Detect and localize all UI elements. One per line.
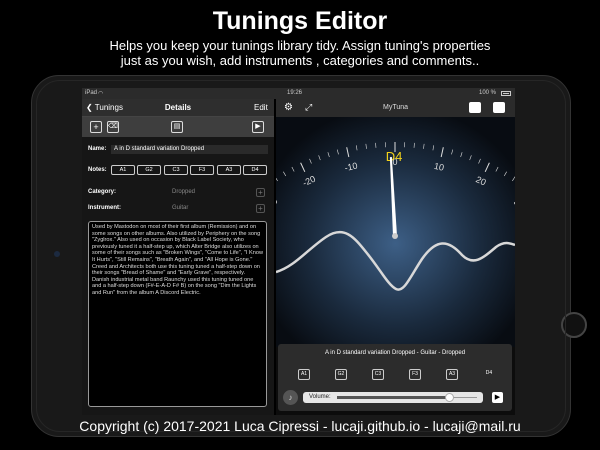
tuner-navbar: ⚙ ⤢ MyTuna bbox=[276, 99, 515, 117]
volume-fill bbox=[337, 396, 449, 399]
string-note[interactable]: F3 bbox=[409, 369, 421, 380]
status-battery: 100 % bbox=[479, 90, 497, 96]
app-screen: iPad ◠ 19:26 100 % ❮ Tunings Details Edi… bbox=[82, 88, 515, 415]
promo-subtitle-line1: Helps you keep your tunings library tidy… bbox=[109, 38, 491, 53]
string-note[interactable]: G2 bbox=[335, 369, 347, 380]
details-panel: ❮ Tunings Details Edit + ⌫ ▤ ▶ Name: A i… bbox=[82, 99, 274, 415]
string-note[interactable]: A3 bbox=[446, 369, 458, 380]
battery-icon bbox=[501, 91, 511, 96]
notes-label: Notes: bbox=[88, 167, 107, 173]
note-button[interactable]: A1 bbox=[111, 165, 135, 175]
promo-subtitle-line2: just as you wish, add instruments , cate… bbox=[120, 53, 480, 68]
note-button[interactable]: C3 bbox=[164, 165, 188, 175]
status-device: iPad bbox=[85, 90, 98, 96]
add-icon[interactable]: + bbox=[90, 121, 102, 133]
details-form: Name: A in D standard variation Dropped … bbox=[82, 137, 274, 415]
note-button[interactable]: D4 bbox=[243, 165, 267, 175]
note-button[interactable]: G2 bbox=[137, 165, 161, 175]
instrument-value[interactable]: Guitar bbox=[172, 205, 188, 211]
instrument-label: Instrument: bbox=[88, 205, 121, 211]
play-icon[interactable]: ▶ bbox=[252, 121, 264, 133]
add-instrument-icon[interactable]: + bbox=[256, 204, 265, 213]
string-note[interactable]: C3 bbox=[372, 369, 384, 380]
play-icon[interactable]: ▶ bbox=[492, 392, 503, 403]
comments-textarea[interactable]: Used by Mastodon on most of their first … bbox=[88, 221, 267, 407]
tuner-gauge: -50-40-30-20-1001020304050 D4 bbox=[276, 117, 515, 347]
category-label: Category: bbox=[88, 189, 117, 195]
name-label: Name: bbox=[88, 146, 107, 152]
details-toolbar: + ⌫ ▤ ▶ bbox=[82, 117, 274, 137]
wifi-icon: ◠ bbox=[98, 91, 104, 97]
volume-label: Volume: bbox=[309, 394, 331, 400]
details-navbar: ❮ Tunings Details Edit bbox=[82, 99, 274, 117]
volume-control: Volume: bbox=[303, 392, 483, 403]
details-title: Details bbox=[164, 103, 192, 112]
copyright-footer: Copyright (c) 2017-2021 Luca Cipressi - … bbox=[79, 418, 521, 434]
category-value[interactable]: Dropped bbox=[172, 189, 195, 195]
name-field[interactable]: A in D standard variation Dropped bbox=[111, 145, 268, 154]
volume-knob[interactable] bbox=[445, 393, 454, 402]
tuning-fork-icon[interactable] bbox=[469, 102, 481, 113]
front-camera bbox=[54, 251, 60, 257]
tuning-info-panel: A in D standard variation Dropped - Guit… bbox=[278, 344, 512, 411]
share-icon[interactable]: ▤ bbox=[171, 121, 183, 133]
promo-title: Tunings Editor bbox=[212, 7, 388, 35]
status-time: 19:26 bbox=[287, 90, 303, 96]
gauge-scale-label: 10 bbox=[433, 161, 445, 173]
tuner-panel: ⚙ ⤢ MyTuna -50-40-30-20-1001020304050 D4 bbox=[276, 99, 515, 415]
add-category-icon[interactable]: + bbox=[256, 188, 265, 197]
string-note[interactable]: A1 bbox=[298, 369, 310, 380]
home-button bbox=[561, 312, 587, 338]
note-button[interactable]: A3 bbox=[217, 165, 241, 175]
trash-icon[interactable]: ⌫ bbox=[107, 121, 119, 133]
needle-pivot bbox=[392, 233, 398, 239]
tuning-line: A in D standard variation Dropped - Guit… bbox=[324, 350, 466, 356]
note-button[interactable]: F3 bbox=[190, 165, 214, 175]
edit-button[interactable]: Edit bbox=[254, 103, 268, 112]
detected-note: D4 bbox=[386, 149, 403, 164]
status-bar: iPad ◠ 19:26 100 % bbox=[82, 88, 515, 99]
microphone-icon[interactable]: ♪ bbox=[283, 390, 298, 405]
string-note-active[interactable]: D4 bbox=[483, 369, 495, 380]
headphones-icon[interactable] bbox=[493, 102, 505, 113]
promo-subtitle: Helps you keep your tunings library tidy… bbox=[0, 38, 600, 68]
